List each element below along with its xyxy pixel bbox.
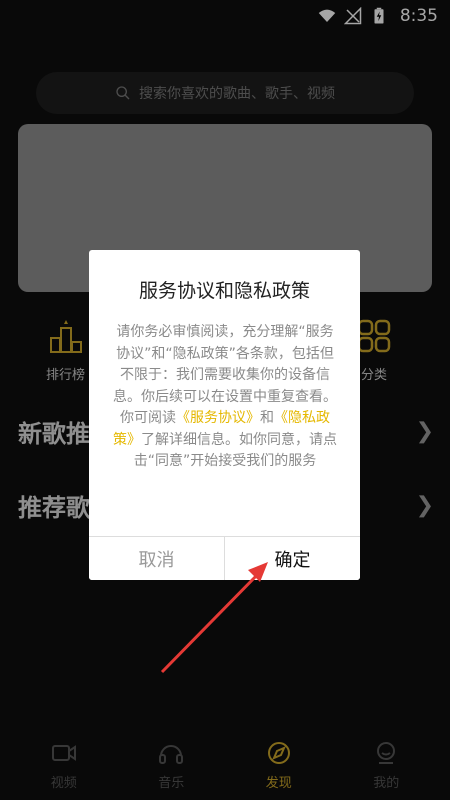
privacy-dialog: 服务协议和隐私政策 请你务必审慎阅读，充分理解“服务协议”和“隐私政策”各条款，… bbox=[89, 250, 360, 580]
annotation-arrow-icon bbox=[160, 562, 268, 674]
dialog-title: 服务协议和隐私政策 bbox=[138, 280, 310, 302]
dialog-text: 和 bbox=[260, 410, 274, 426]
dialog-body: 请你务必审慎阅读，充分理解“服务协议”和“隐私政策”各条款，包括但不限于：我们需… bbox=[111, 322, 339, 473]
dialog-text: 了解详细信息。如你同意，请点击“同意”开始接受我们的服务 bbox=[133, 431, 337, 470]
service-agreement-link[interactable]: 《服务协议》 bbox=[176, 410, 260, 426]
